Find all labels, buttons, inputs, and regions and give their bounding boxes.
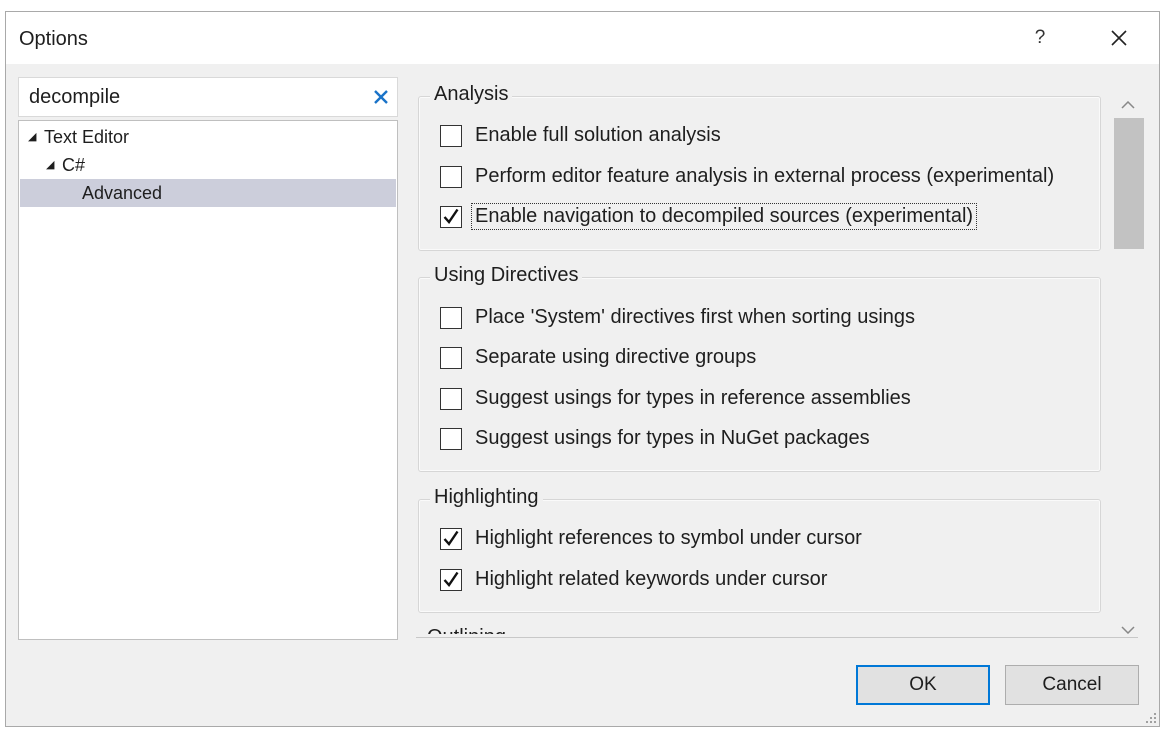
option-label: Separate using directive groups <box>475 346 757 368</box>
group-title-analysis: Analysis <box>430 83 513 106</box>
clear-search-icon <box>374 90 388 104</box>
tree-item-label: Advanced <box>82 183 163 203</box>
group-using-directives: Using Directives Place 'System' directiv… <box>418 257 1101 472</box>
scroll-up-button[interactable] <box>1111 90 1145 120</box>
checkbox[interactable] <box>440 528 462 550</box>
group-title-highlighting: Highlighting <box>430 486 543 509</box>
checkbox[interactable] <box>440 347 462 369</box>
ok-button[interactable]: OK <box>856 665 990 705</box>
option-label: Highlight references to symbol under cur… <box>475 527 862 549</box>
checkmark-icon <box>443 571 459 587</box>
tree-item-csharp[interactable]: ◢ C# <box>20 151 396 179</box>
chevron-up-icon <box>1121 101 1135 109</box>
option-label: Suggest usings for types in reference as… <box>475 387 911 409</box>
checkmark-icon <box>443 530 459 546</box>
expanded-arrow-icon[interactable]: ◢ <box>28 123 36 151</box>
group-frame <box>418 499 1101 613</box>
checkmark-icon <box>443 208 459 224</box>
cancel-button[interactable]: Cancel <box>1005 665 1139 705</box>
checkbox[interactable] <box>440 388 462 410</box>
tree-item-label: Text Editor <box>44 127 130 147</box>
title-bar: Options ? <box>6 12 1159 64</box>
search-input[interactable] <box>19 78 369 116</box>
group-title-partially-visible: Outlining <box>427 622 627 634</box>
option-label: Highlight related keywords under cursor <box>475 568 828 590</box>
scroll-down-button[interactable] <box>1111 615 1145 645</box>
checkbox[interactable] <box>440 166 462 188</box>
option-label: Place 'System' directives first when sor… <box>475 306 916 328</box>
help-icon: ? <box>1034 27 1046 48</box>
close-button[interactable] <box>1099 22 1139 54</box>
help-button[interactable]: ? <box>1022 22 1058 54</box>
options-tree: ◢ Text Editor ◢ C# Advanced <box>18 120 398 640</box>
tree-item-advanced[interactable]: Advanced <box>20 179 396 207</box>
group-highlighting: Highlighting Highlight references to sym… <box>418 479 1101 613</box>
group-analysis: Analysis Enable full solution analysis P… <box>418 76 1101 251</box>
checkbox[interactable] <box>440 125 462 147</box>
checkbox[interactable] <box>440 569 462 591</box>
resize-grip-icon[interactable] <box>1145 712 1157 724</box>
close-icon <box>1111 30 1127 46</box>
content-divider <box>416 637 1138 638</box>
option-label: Suggest usings for types in NuGet packag… <box>475 427 870 449</box>
option-label: Perform editor feature analysis in exter… <box>475 165 1055 187</box>
tree-item-label: C# <box>62 155 86 175</box>
clear-search-button[interactable] <box>371 87 391 107</box>
options-content-panel: Analysis Enable full solution analysis P… <box>417 76 1109 636</box>
vertical-scrollbar[interactable] <box>1111 76 1145 646</box>
options-dialog: Options ? ◢ Text Editor ◢ C# Advanced <box>5 11 1160 727</box>
chevron-down-icon <box>1121 626 1135 634</box>
checkbox[interactable] <box>440 428 462 450</box>
group-title-using-directives: Using Directives <box>430 264 583 287</box>
expanded-arrow-icon[interactable]: ◢ <box>46 151 54 179</box>
option-label: Enable full solution analysis <box>475 124 721 146</box>
checkbox[interactable] <box>440 206 462 228</box>
window-title: Options <box>19 28 88 50</box>
scroll-thumb[interactable] <box>1114 118 1144 249</box>
option-label: Enable navigation to decompiled sources … <box>470 203 978 230</box>
tree-item-text-editor[interactable]: ◢ Text Editor <box>20 123 396 151</box>
search-box <box>18 77 398 117</box>
checkbox[interactable] <box>440 307 462 329</box>
